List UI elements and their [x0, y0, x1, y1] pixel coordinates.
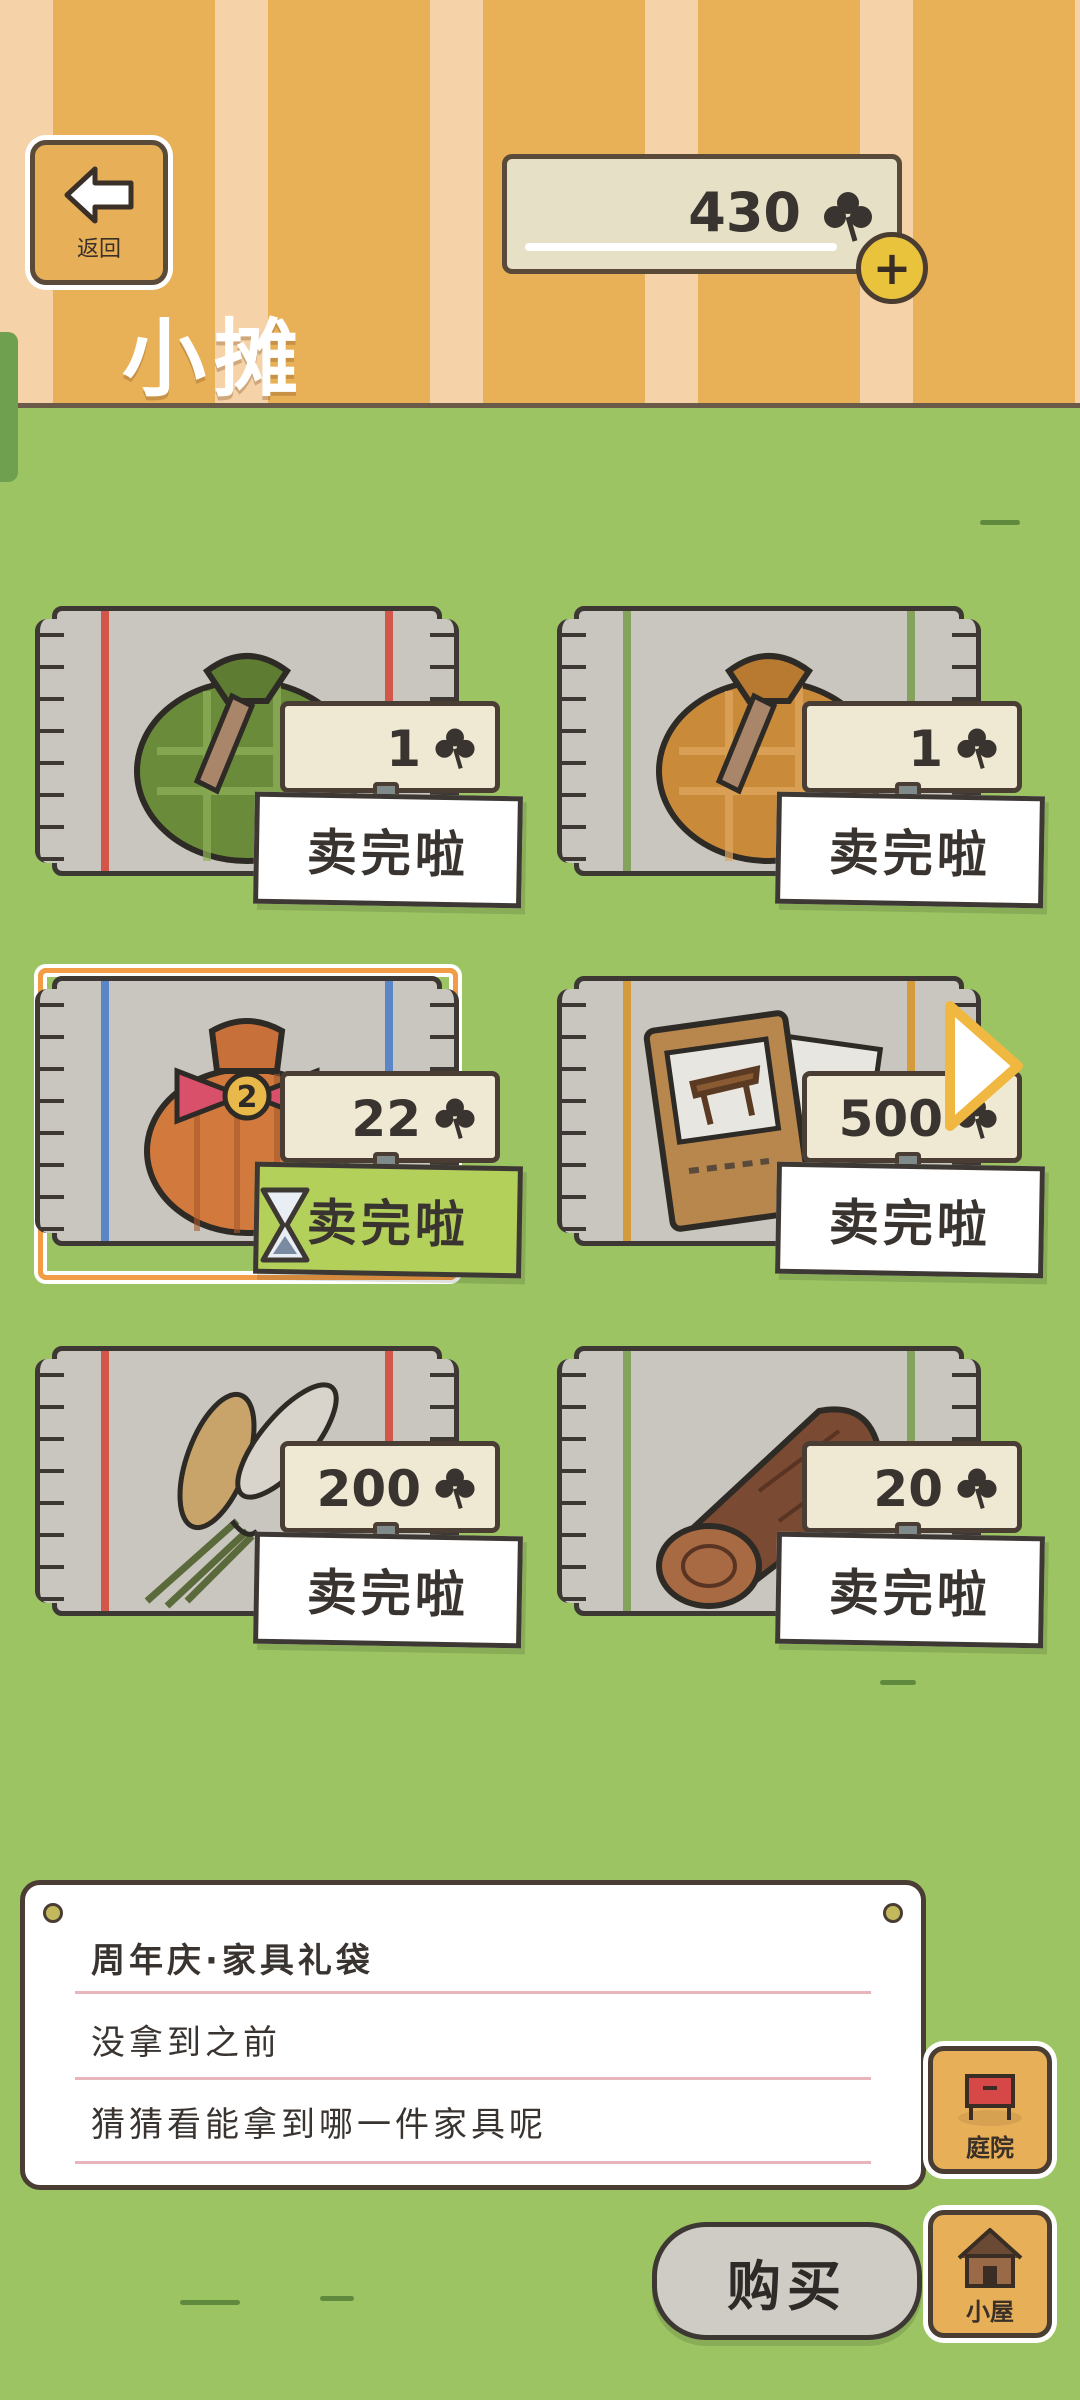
item-price-tag: 1: [280, 701, 500, 810]
house-label: 小屋: [966, 2298, 1014, 2326]
arrow-left-icon: [64, 166, 134, 223]
grass-tuft: [320, 2296, 354, 2301]
item-price: 1: [908, 720, 943, 778]
clover-icon: [957, 1468, 997, 1509]
sold-out-label: 卖完啦: [775, 791, 1045, 909]
shop-item-1[interactable]: 1 卖完啦: [30, 596, 523, 926]
item-price: 22: [351, 1090, 421, 1148]
yard-button[interactable]: 庭院: [928, 2046, 1052, 2174]
shop-item-2[interactable]: 1 卖完啦: [552, 596, 1045, 926]
house-icon: [957, 2228, 1023, 2288]
shop-item-5[interactable]: 200 卖完啦: [30, 1336, 523, 1666]
house-button[interactable]: 小屋: [928, 2210, 1052, 2338]
item-price-tag: 1: [802, 701, 1022, 810]
item-price-tag: 22: [280, 1071, 500, 1180]
svg-text:2: 2: [237, 1080, 258, 1115]
shop-item-6[interactable]: 20 卖完啦: [552, 1336, 1045, 1666]
clover-icon: [435, 728, 475, 769]
grass-tuft: [180, 2300, 240, 2305]
sold-out-label: 卖完啦: [253, 1531, 523, 1649]
grass-tuft: [980, 520, 1020, 525]
sold-out-label: 卖完啦: [253, 791, 523, 909]
item-price: 500: [838, 1090, 943, 1148]
item-price: 200: [316, 1460, 421, 1518]
sold-out-label: 卖完啦: [775, 1531, 1045, 1649]
item-name: 周年庆·家具礼袋: [91, 1941, 374, 1981]
clover-balance: 430: [502, 154, 902, 274]
item-price: 20: [873, 1460, 943, 1518]
item-description-line-1: 没拿到之前: [91, 2023, 281, 2063]
add-clover-button[interactable]: +: [856, 232, 928, 304]
yard-icon: [958, 2074, 1022, 2126]
yard-label: 庭院: [966, 2134, 1014, 2162]
clover-icon: [435, 1468, 475, 1509]
clover-icon: [435, 1098, 475, 1139]
item-description-panel: 周年庆·家具礼袋 没拿到之前 猜猜看能拿到哪一件家具呢: [20, 1880, 926, 2190]
grass-tuft: [880, 1680, 916, 1685]
sold-out-label: 卖完啦: [775, 1161, 1045, 1279]
clover-icon: [957, 728, 997, 769]
item-price-tag: 200: [280, 1441, 500, 1550]
back-button[interactable]: 返回: [30, 140, 168, 285]
item-price: 1: [386, 720, 421, 778]
clover-count: 430: [688, 181, 801, 244]
balance-underline: [525, 243, 837, 251]
item-price-tag: 20: [802, 1441, 1022, 1550]
next-page-arrow-icon[interactable]: [938, 996, 1028, 1136]
back-label: 返回: [76, 236, 121, 262]
shop-item-4[interactable]: 500 卖完啦: [552, 966, 1045, 1296]
side-drawer-tab[interactable]: [0, 332, 18, 482]
clover-icon: [824, 192, 872, 242]
page-title: 小摊: [122, 310, 307, 408]
item-description-line-2: 猜猜看能拿到哪一件家具呢: [91, 2105, 547, 2145]
hourglass-icon: [260, 1187, 310, 1263]
buy-button[interactable]: 购买: [652, 2222, 922, 2340]
